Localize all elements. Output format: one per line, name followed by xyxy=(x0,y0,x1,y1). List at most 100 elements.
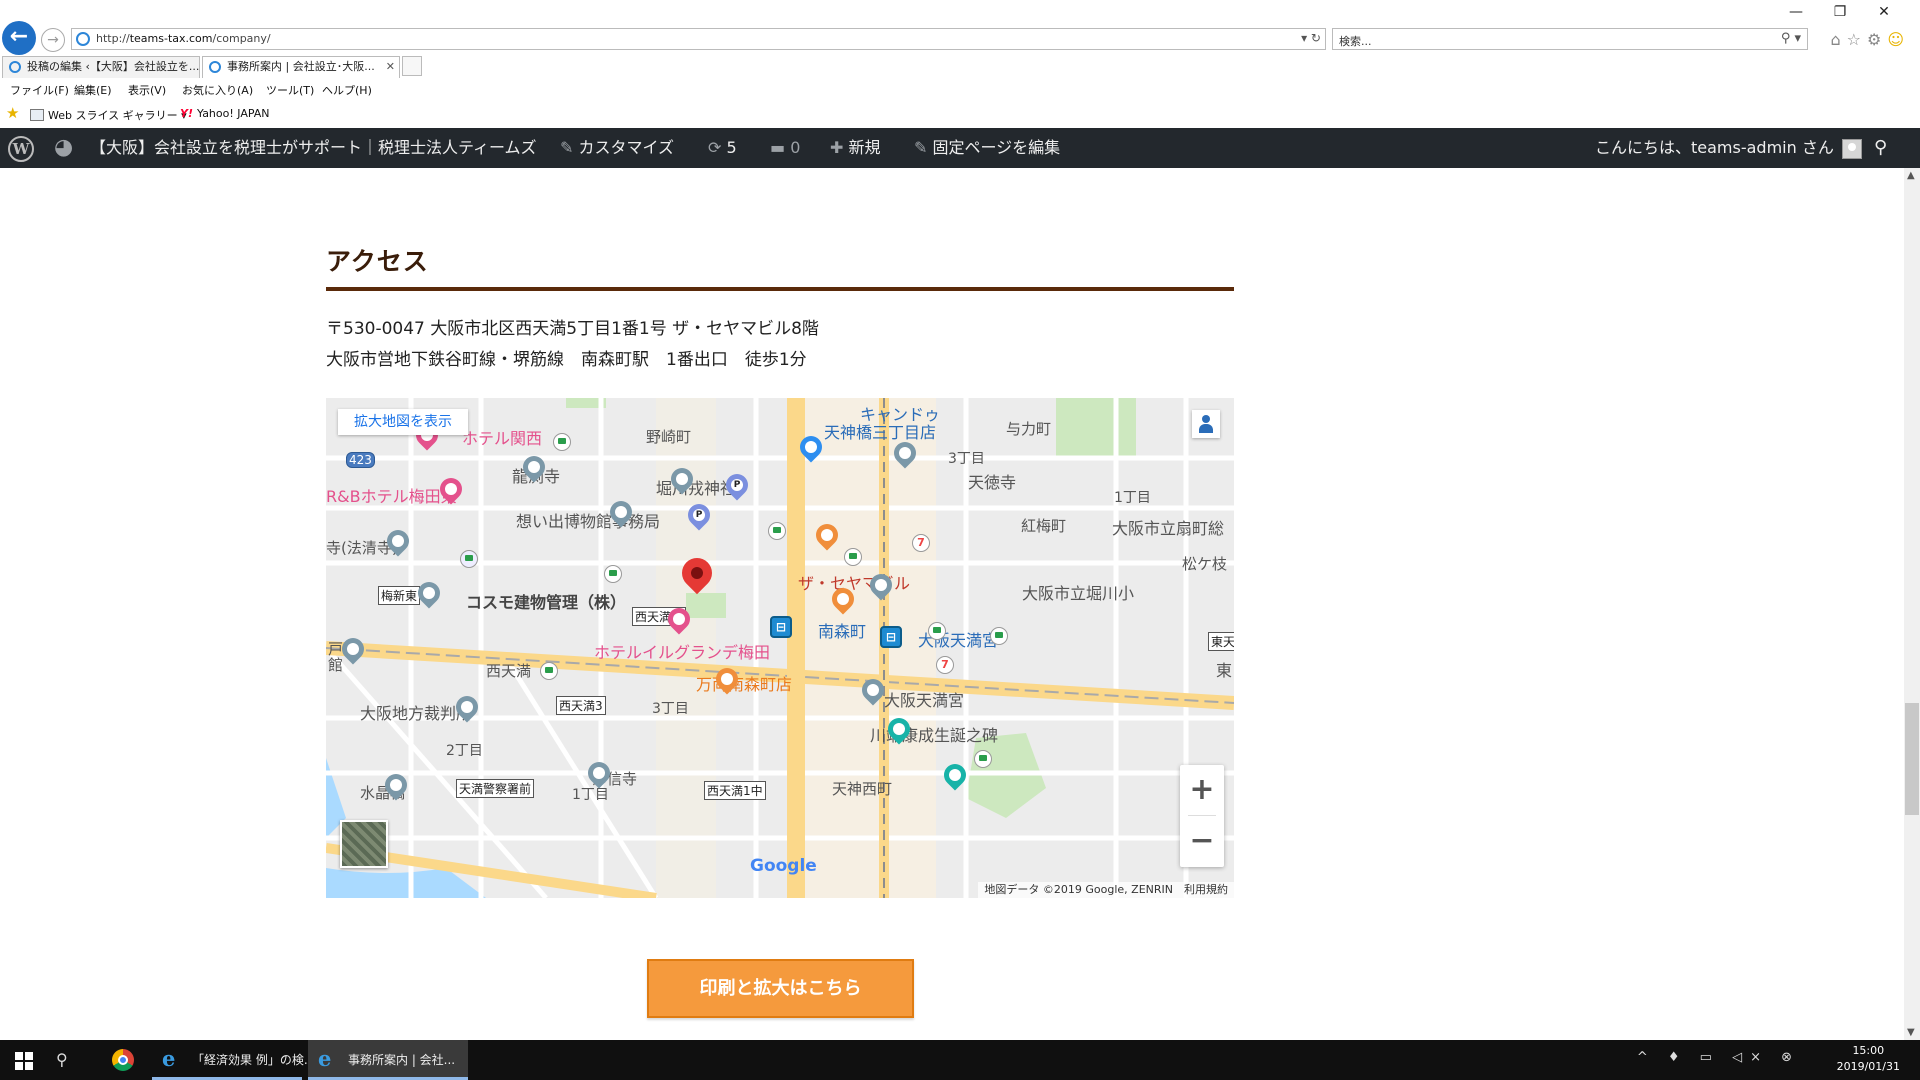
wp-admin-bar: W ◕ 【大阪】会社設立を税理士がサポート｜税理士法人ティームズ ✎ カスタマイ… xyxy=(0,128,1920,168)
map-label: コスモ建物管理（株） xyxy=(466,593,627,612)
admin-search-icon[interactable]: ⚲ xyxy=(1874,128,1887,168)
zoom-control: + − xyxy=(1180,765,1224,867)
menu-file[interactable]: ファイル(F) xyxy=(10,82,69,98)
favorites-star-icon[interactable]: ☆ xyxy=(1847,30,1867,49)
wp-logo-menu[interactable]: W xyxy=(8,128,34,168)
minimize-button[interactable]: — xyxy=(1774,4,1818,20)
map-label: 天神西町 xyxy=(832,780,893,798)
menu-view[interactable]: 表示(V) xyxy=(128,82,166,98)
map-label: 堀川戎神社 xyxy=(656,479,737,498)
larger-map-link[interactable]: 拡大地図を表示 xyxy=(338,409,468,435)
map-label: 西天満 xyxy=(486,662,532,680)
start-button[interactable] xyxy=(0,1040,48,1080)
home-icon[interactable]: ⌂ xyxy=(1830,30,1846,49)
map-label-target: ザ・セヤマビル xyxy=(798,574,911,593)
bus-stop-icon[interactable] xyxy=(974,750,992,768)
back-button[interactable]: ← xyxy=(2,21,36,55)
map-label: 大阪市立扇町総 xyxy=(1112,519,1225,538)
search-icon[interactable]: ⚲ ▾ xyxy=(1781,31,1801,46)
map-label: 2丁目 xyxy=(446,743,483,759)
gear-icon[interactable]: ⚙ xyxy=(1867,30,1887,49)
map-label: 想い出博物館事務局 xyxy=(516,512,661,531)
updates-link[interactable]: ⟳ 5 xyxy=(708,128,737,168)
section-title: アクセス xyxy=(326,247,429,276)
taskbar-search-icon[interactable]: ⚲ xyxy=(56,1050,68,1069)
access-route-text: 大阪市営地下鉄谷町線・堺筋線 南森町駅 1番出口 徒歩1分 xyxy=(326,350,807,370)
bus-stop-icon[interactable] xyxy=(604,565,622,583)
bus-stop-icon[interactable] xyxy=(928,622,946,640)
address-bar[interactable]: http://teams-tax.com/company/ ▾ ↻ xyxy=(71,28,1326,50)
google-map[interactable]: ホテル関西 野崎町 キャンドゥ 天神橋三丁目店 与力町 3丁目 天徳寺 1丁目 … xyxy=(326,398,1234,898)
feedback-smiley-icon[interactable]: ☺ xyxy=(1887,30,1910,49)
web-slice-icon xyxy=(30,109,44,121)
post-office-icon[interactable] xyxy=(460,550,478,568)
convenience-store-icon[interactable]: 7 xyxy=(912,534,930,552)
yahoo-icon: Y! xyxy=(180,107,193,120)
customize-link[interactable]: ✎ カスタマイズ xyxy=(560,128,674,168)
scroll-up-icon[interactable]: ▲ xyxy=(1907,170,1915,181)
site-title-link[interactable]: 【大阪】会社設立を税理士がサポート｜税理士法人ティームズ xyxy=(90,128,537,168)
close-window-button[interactable]: ✕ xyxy=(1862,4,1906,20)
menu-tools[interactable]: ツール(T) xyxy=(266,82,314,98)
address-url[interactable]: http://teams-tax.com/company/ xyxy=(96,32,271,45)
taskbar-app-ie-office[interactable]: e 事務所案内 | 会社... xyxy=(308,1040,468,1080)
map-label: 館 xyxy=(328,656,344,674)
system-tray[interactable]: ^ ♦ ▭ ◁× ⊗ xyxy=(1637,1050,1800,1065)
convenience-store-icon[interactable]: 7 xyxy=(936,656,954,674)
map-label: 1丁目 xyxy=(572,787,609,803)
avatar xyxy=(1841,138,1862,159)
search-box[interactable]: 検索... ⚲ ▾ xyxy=(1332,28,1808,50)
fav-web-slice-gallery[interactable]: Web スライス ギャラリー ▾ xyxy=(30,107,187,123)
bus-stop-icon[interactable] xyxy=(990,627,1008,645)
search-input[interactable]: 検索... xyxy=(1339,33,1372,49)
browser-chrome: ← → http://teams-tax.com/company/ ▾ ↻ 検索… xyxy=(0,0,1920,128)
map-label: 野崎町 xyxy=(646,428,692,446)
refresh-icon[interactable]: ▾ ↻ xyxy=(1301,31,1321,45)
menu-help[interactable]: ヘルプ(H) xyxy=(322,82,372,98)
scroll-down-icon[interactable]: ▼ xyxy=(1907,1027,1915,1038)
close-tab-icon[interactable]: ✕ xyxy=(386,57,395,77)
restore-button[interactable]: ❐ xyxy=(1818,4,1862,20)
map-label: 紅梅町 xyxy=(1021,517,1067,535)
taskbar-clock[interactable]: 15:00 2019/01/31 xyxy=(1837,1043,1900,1075)
print-and-enlarge-button[interactable]: 印刷と拡大はこちら xyxy=(647,959,914,1018)
new-content-link[interactable]: ✚ 新規 xyxy=(830,128,881,168)
favorites-add-icon[interactable]: ★ xyxy=(6,104,19,122)
bus-stop-icon[interactable] xyxy=(768,522,786,540)
bus-stop-icon[interactable] xyxy=(540,662,558,680)
menu-edit[interactable]: 編集(E) xyxy=(74,82,112,98)
forward-button[interactable]: → xyxy=(41,28,65,52)
page-scrollbar[interactable]: ▲ ▼ xyxy=(1904,168,1920,1040)
zoom-in-button[interactable]: + xyxy=(1180,765,1224,815)
menu-favorites[interactable]: お気に入り(A) xyxy=(182,82,253,98)
windows-taskbar: ⚲ e 「経済効果 例」の検... e 事務所案内 | 会社... ^ ♦ ▭ ◁×… xyxy=(0,1040,1920,1080)
plus-icon: ✚ xyxy=(830,138,844,157)
map-label: ホテル関西 xyxy=(462,429,543,448)
map-label: 大阪天満宮 xyxy=(884,691,965,710)
ie-icon: e xyxy=(318,1046,332,1071)
new-tab-button[interactable] xyxy=(402,56,422,76)
ie-page-icon xyxy=(76,32,90,46)
ie-icon: e xyxy=(162,1046,176,1071)
tab-edit-post[interactable]: 投稿の編集 ‹【大阪】会社設立を... xyxy=(2,56,200,78)
satellite-toggle[interactable] xyxy=(340,820,388,868)
scrollbar-thumb[interactable] xyxy=(1905,703,1919,815)
my-account-menu[interactable]: こんにちは、teams-admin さん xyxy=(1595,128,1862,168)
bus-stop-icon[interactable] xyxy=(844,548,862,566)
favorites-bar: ★ Web スライス ギャラリー ▾ Y! Yahoo! JAPAN xyxy=(0,103,1920,125)
bus-stop-icon[interactable] xyxy=(553,433,571,451)
tab-office-info[interactable]: 事務所案内 | 会社設立･大阪... ✕ xyxy=(202,56,400,78)
street-view-pegman-icon[interactable] xyxy=(1192,410,1220,438)
edit-page-link[interactable]: ✎ 固定ページを編集 xyxy=(914,128,1060,168)
station-icon[interactable]: ⊟ xyxy=(880,626,902,648)
map-label: ホテルイルグランデ梅田 xyxy=(594,643,771,662)
fav-yahoo-japan[interactable]: Y! Yahoo! JAPAN xyxy=(180,107,270,120)
chrome-icon[interactable] xyxy=(112,1049,134,1071)
dashboard-icon[interactable]: ◕ xyxy=(54,128,73,168)
zoom-out-button[interactable]: − xyxy=(1180,816,1224,866)
comments-link[interactable]: ▬ 0 xyxy=(770,128,800,168)
map-label: 天徳寺 xyxy=(968,473,1017,492)
taskbar-app-ie-search[interactable]: e 「経済効果 例」の検... xyxy=(152,1040,315,1080)
map-attribution[interactable]: 地図データ ©2019 Google, ZENRIN 利用規約 xyxy=(978,882,1234,898)
station-icon[interactable]: ⊟ xyxy=(770,616,792,638)
